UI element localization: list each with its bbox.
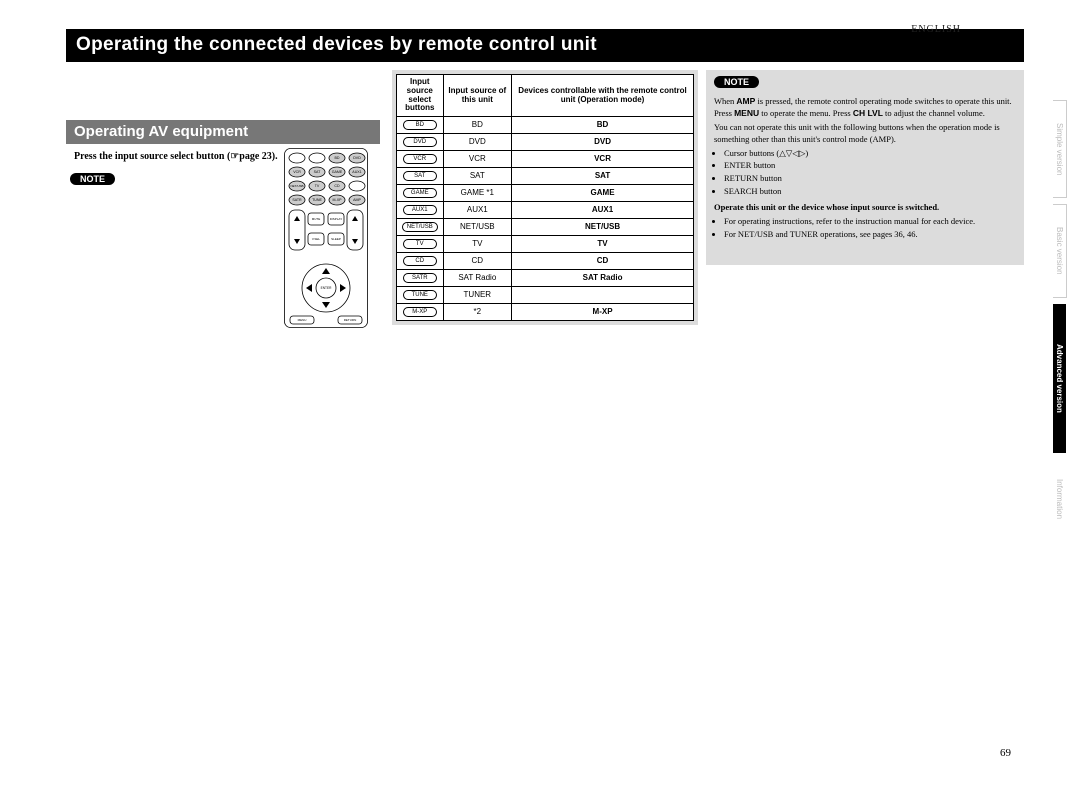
input-source-cell: NET/USB (443, 219, 512, 236)
operation-mode-cell: CD (512, 253, 694, 270)
note-footer-bullet: For operating instructions, refer to the… (724, 216, 1016, 228)
page-title: Operating the connected devices by remot… (66, 29, 1024, 62)
svg-text:DVD: DVD (353, 156, 361, 160)
operation-mode-cell: DVD (512, 134, 694, 151)
tab-advanced-version[interactable]: Advanced version (1053, 304, 1066, 453)
input-source-cell: BD (443, 117, 512, 134)
svg-text:NET/USB: NET/USB (290, 184, 303, 188)
operation-mode-cell (512, 287, 694, 304)
operation-mode-table: Input source select buttons Input source… (396, 74, 694, 321)
svg-text:M-XP: M-XP (333, 198, 343, 202)
table-header-mode: Devices controllable with the remote con… (512, 75, 694, 117)
page-number: 69 (1000, 747, 1011, 759)
language-label: ENGLISH (911, 24, 961, 35)
input-source-cell: TV (443, 236, 512, 253)
source-button-cell: NET/USB (397, 219, 444, 236)
svg-text:SATR: SATR (292, 198, 302, 202)
svg-text:TUNE: TUNE (312, 198, 322, 202)
svg-text:VCR: VCR (293, 170, 301, 174)
input-source-cell: TUNER (443, 287, 512, 304)
table-row: SATRSAT RadioSAT Radio (397, 270, 694, 287)
note-body: When AMP is pressed, the remote control … (714, 96, 1016, 241)
table-row: CDCDCD (397, 253, 694, 270)
table-row: SATSATSAT (397, 168, 694, 185)
svg-text:CD: CD (334, 184, 340, 188)
table-header-buttons: Input source select buttons (397, 75, 444, 117)
operation-mode-cell: TV (512, 236, 694, 253)
source-button-cell: SATR (397, 270, 444, 287)
operation-mode-cell: AUX1 (512, 202, 694, 219)
side-tabs: Simple version Basic version Advanced ve… (1053, 100, 1073, 539)
source-button-cell: M-XP (397, 304, 444, 321)
operation-mode-cell: VCR (512, 151, 694, 168)
source-button-cell: TV (397, 236, 444, 253)
input-source-cell: AUX1 (443, 202, 512, 219)
note-bullet: Cursor buttons (△▽◁▷) (724, 148, 1016, 160)
source-button-cell: TUNE (397, 287, 444, 304)
svg-text:MENU: MENU (298, 318, 307, 322)
table-header-source: Input source of this unit (443, 75, 512, 117)
tab-basic-version[interactable]: Basic version (1053, 204, 1067, 298)
source-button-cell: AUX1 (397, 202, 444, 219)
note-badge-right: NOTE (714, 76, 759, 88)
svg-text:RETURN: RETURN (344, 318, 357, 322)
operation-mode-table-container: Input source select buttons Input source… (392, 70, 698, 325)
svg-text:GAME: GAME (332, 170, 343, 174)
svg-text:DISPLAY: DISPLAY (330, 217, 342, 221)
source-button-cell: GAME (397, 185, 444, 202)
input-source-cell: SAT Radio (443, 270, 512, 287)
source-button-cell: SAT (397, 168, 444, 185)
operation-mode-cell: SAT Radio (512, 270, 694, 287)
svg-text:TV: TV (315, 184, 320, 188)
note-bullet: ENTER button (724, 160, 1016, 172)
operation-mode-cell: M-XP (512, 304, 694, 321)
input-source-cell: VCR (443, 151, 512, 168)
table-row: GAMEGAME *1GAME (397, 185, 694, 202)
source-button-cell: VCR (397, 151, 444, 168)
operation-mode-cell: BD (512, 117, 694, 134)
note-badge-left: NOTE (70, 173, 115, 185)
note-footer-bullet: For NET/USB and TUNER operations, see pa… (724, 229, 1016, 241)
note-bullet: SEARCH button (724, 186, 1016, 198)
note-bullet: RETURN button (724, 173, 1016, 185)
svg-text:MUTE: MUTE (312, 217, 321, 221)
note-callout: Operate this unit or the device whose in… (714, 202, 1016, 214)
source-button-cell: CD (397, 253, 444, 270)
remote-control-illustration: BD DVD VCR SAT GAME AUX1 NET/USB TV CD S… (284, 148, 368, 328)
input-source-cell: *2 (443, 304, 512, 321)
input-source-cell: DVD (443, 134, 512, 151)
input-source-cell: SAT (443, 168, 512, 185)
svg-text:SLEEP: SLEEP (331, 237, 341, 241)
source-button-cell: BD (397, 117, 444, 134)
input-source-cell: GAME *1 (443, 185, 512, 202)
table-row: AUX1AUX1AUX1 (397, 202, 694, 219)
table-row: NET/USBNET/USBNET/USB (397, 219, 694, 236)
table-row: DVDDVDDVD (397, 134, 694, 151)
table-row: VCRVCRVCR (397, 151, 694, 168)
svg-text:V.SEL: V.SEL (312, 237, 321, 241)
table-row: TUNETUNER (397, 287, 694, 304)
svg-text:BD: BD (335, 156, 340, 160)
input-source-cell: CD (443, 253, 512, 270)
operation-mode-cell: GAME (512, 185, 694, 202)
note-panel: NOTE When AMP is pressed, the remote con… (706, 70, 1024, 265)
tab-information[interactable]: Information (1053, 459, 1066, 539)
svg-text:ENTER: ENTER (321, 286, 333, 290)
section-heading: Operating AV equipment (66, 120, 380, 144)
svg-text:AMP: AMP (353, 198, 361, 202)
table-row: TVTVTV (397, 236, 694, 253)
source-button-cell: DVD (397, 134, 444, 151)
svg-text:SAT: SAT (314, 170, 322, 174)
operation-mode-cell: NET/USB (512, 219, 694, 236)
tab-simple-version[interactable]: Simple version (1053, 100, 1067, 198)
table-row: BDBDBD (397, 117, 694, 134)
table-row: M-XP*2M-XP (397, 304, 694, 321)
svg-text:AUX1: AUX1 (352, 170, 361, 174)
operation-mode-cell: SAT (512, 168, 694, 185)
